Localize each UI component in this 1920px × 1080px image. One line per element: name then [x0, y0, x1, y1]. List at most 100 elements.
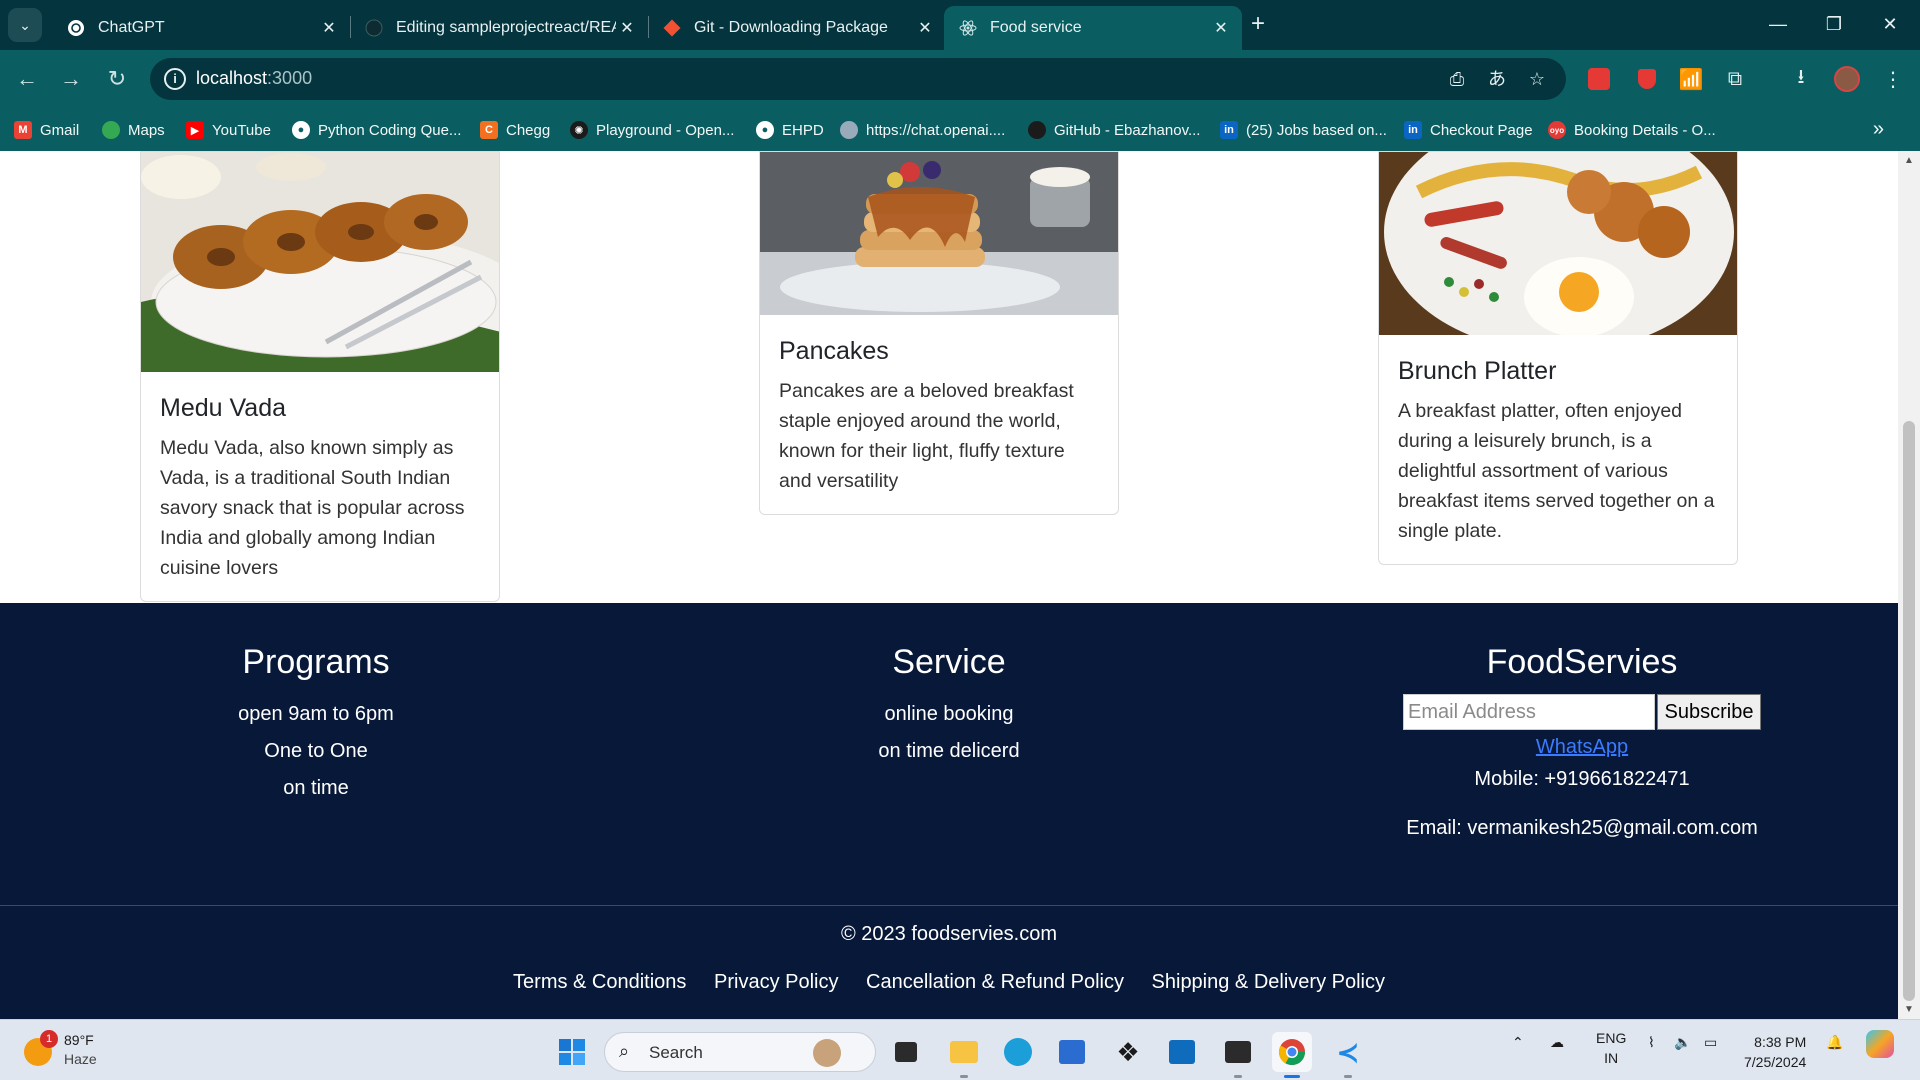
browser-toolbar: ← → ↻ i localhost:3000 ⎙ あ ☆ 📶 ⧉ ⭳ ⋮: [0, 50, 1920, 108]
tab-food-service[interactable]: Food service ✕: [944, 6, 1242, 50]
scroll-thumb[interactable]: [1903, 421, 1915, 1001]
wifi-icon[interactable]: ⌇: [1648, 1034, 1655, 1051]
privacy-link[interactable]: Privacy Policy: [714, 971, 838, 993]
scroll-up-arrow-icon[interactable]: ▲: [1898, 155, 1920, 166]
file-explorer-icon[interactable]: [944, 1032, 984, 1078]
edge-icon[interactable]: [998, 1032, 1038, 1072]
outlook-icon[interactable]: [1162, 1032, 1202, 1072]
show-hidden-icons[interactable]: ⌃: [1512, 1034, 1524, 1051]
bookmark-github[interactable]: GitHub - Ebazhanov...: [1028, 118, 1200, 142]
bookmark-chat-openai[interactable]: https://chat.openai....: [840, 118, 1005, 142]
bookmark-playground[interactable]: ✺ Playground - Open...: [570, 118, 734, 142]
bookmark-chegg[interactable]: C Chegg: [480, 118, 550, 142]
bookmark-label: EHPD: [782, 121, 824, 139]
medu-vada-image: [141, 152, 499, 372]
shipping-policy-link[interactable]: Shipping & Delivery Policy: [1152, 971, 1385, 993]
extension-shield-icon[interactable]: [1632, 64, 1662, 94]
bookmarks-bar: M Gmail Maps ▶ YouTube ● Python Coding Que.…: [0, 108, 1920, 151]
profile-avatar[interactable]: [1832, 64, 1862, 94]
address-bar[interactable]: i localhost:3000 ⎙ あ ☆: [150, 58, 1566, 100]
email-input[interactable]: [1403, 694, 1655, 730]
language-indicator[interactable]: ENG IN: [1596, 1028, 1626, 1068]
close-tab-icon[interactable]: ✕: [914, 18, 936, 38]
github-icon: [364, 18, 384, 38]
install-app-icon[interactable]: ⎙: [1444, 67, 1470, 91]
card-description: Pancakes are a beloved breakfast staple …: [779, 380, 1074, 492]
new-tab-button[interactable]: +: [1244, 10, 1272, 38]
bookmark-label: Playground - Open...: [596, 121, 735, 139]
restore-icon[interactable]: ❐: [1814, 8, 1854, 40]
taskbar-search[interactable]: ⌕ Search: [604, 1032, 876, 1072]
bookmark-booking[interactable]: oyo Booking Details - O...: [1548, 118, 1716, 142]
bookmark-maps[interactable]: Maps: [102, 118, 165, 142]
minimize-icon[interactable]: —: [1758, 8, 1798, 40]
terms-link[interactable]: Terms & Conditions: [513, 971, 686, 993]
windows-start-icon[interactable]: [552, 1032, 592, 1072]
forward-arrow-icon[interactable]: →: [56, 64, 86, 94]
openai-icon: [840, 121, 858, 139]
url-text: localhost:3000: [196, 68, 312, 89]
terminal-icon[interactable]: [1218, 1032, 1258, 1078]
reload-icon[interactable]: ↻: [102, 64, 132, 94]
mobile-text: Mobile: +919661822471: [1474, 768, 1690, 790]
page-scrollbar[interactable]: ▲ ▼: [1898, 151, 1920, 1019]
browser-menu-icon[interactable]: ⋮: [1878, 64, 1908, 94]
tab-chatgpt[interactable]: ChatGPT ✕: [52, 6, 350, 50]
globe-icon: ●: [292, 121, 310, 139]
site-info-icon[interactable]: i: [164, 68, 186, 90]
whatsapp-link[interactable]: WhatsApp: [1372, 736, 1792, 759]
bookmark-star-icon[interactable]: ☆: [1524, 67, 1550, 91]
extensions-puzzle-icon[interactable]: ⧉: [1720, 64, 1750, 94]
scroll-down-arrow-icon[interactable]: ▼: [1898, 1004, 1920, 1015]
bookmark-label: (25) Jobs based on...: [1246, 121, 1387, 139]
system-clock[interactable]: 8:38 PM 7/25/2024: [1744, 1032, 1806, 1072]
close-tab-icon[interactable]: ✕: [616, 18, 638, 38]
more-bookmarks-icon[interactable]: »: [1873, 118, 1884, 141]
extension-chart-icon[interactable]: 📶: [1676, 64, 1706, 94]
maps-icon: [102, 121, 120, 139]
task-view-icon[interactable]: [886, 1032, 926, 1072]
close-window-icon[interactable]: ✕: [1870, 8, 1910, 40]
email-text: Email: vermanikesh25@gmail.com.com: [1406, 817, 1758, 839]
url-host: localhost: [196, 68, 268, 88]
tab-editing-readme[interactable]: Editing sampleprojectreact/REA ✕: [350, 6, 648, 50]
policy-links: Terms & Conditions Privacy Policy Cancel…: [0, 971, 1898, 994]
bookmark-ehpd[interactable]: ● EHPD: [756, 118, 824, 142]
back-arrow-icon[interactable]: ←: [12, 64, 42, 94]
vscode-icon[interactable]: ≺: [1328, 1032, 1368, 1078]
refund-policy-link[interactable]: Cancellation & Refund Policy: [866, 971, 1124, 993]
battery-icon[interactable]: ▭: [1704, 1034, 1717, 1051]
store-icon[interactable]: [1052, 1032, 1092, 1072]
downloads-icon[interactable]: ⭳: [1786, 64, 1816, 94]
brunch-platter-image: [1379, 152, 1737, 335]
tab-git-download[interactable]: Git - Downloading Package ✕: [648, 6, 946, 50]
notification-bell-icon[interactable]: 🔔: [1826, 1034, 1843, 1051]
close-tab-icon[interactable]: ✕: [318, 18, 340, 38]
card-description: Medu Vada, also known simply as Vada, is…: [160, 437, 465, 579]
subscribe-form: Subscribe: [1372, 694, 1792, 730]
search-highlight-icon: [813, 1039, 841, 1067]
gmail-icon: M: [14, 121, 32, 139]
subscribe-button[interactable]: Subscribe: [1657, 694, 1761, 730]
weather-widget[interactable]: 1 89°F Haze: [22, 1030, 112, 1072]
bookmark-jobs[interactable]: in (25) Jobs based on...: [1220, 118, 1387, 142]
tab-search-button[interactable]: ⌄: [8, 8, 42, 42]
bookmark-checkout[interactable]: in Checkout Page: [1404, 118, 1533, 142]
translate-icon[interactable]: あ: [1484, 67, 1510, 91]
bookmark-label: YouTube: [212, 121, 271, 139]
bookmark-python[interactable]: ● Python Coding Que...: [292, 118, 461, 142]
url-port: :3000: [267, 68, 313, 88]
chrome-icon[interactable]: [1272, 1032, 1312, 1078]
volume-icon[interactable]: 🔈: [1674, 1034, 1691, 1051]
copilot-icon[interactable]: [1866, 1030, 1894, 1061]
bookmark-gmail[interactable]: M Gmail: [14, 118, 79, 142]
cloud-icon[interactable]: ☁: [1550, 1034, 1564, 1051]
close-tab-icon[interactable]: ✕: [1210, 18, 1232, 38]
openai-icon: ✺: [570, 121, 588, 139]
bookmark-label: https://chat.openai....: [866, 121, 1006, 139]
github-icon: [1028, 121, 1046, 139]
bookmark-youtube[interactable]: ▶ YouTube: [186, 118, 271, 142]
extension-pdf-icon[interactable]: [1584, 64, 1614, 94]
brand-heading: FoodServies: [1486, 643, 1678, 681]
dropbox-icon[interactable]: ❖: [1108, 1032, 1148, 1072]
